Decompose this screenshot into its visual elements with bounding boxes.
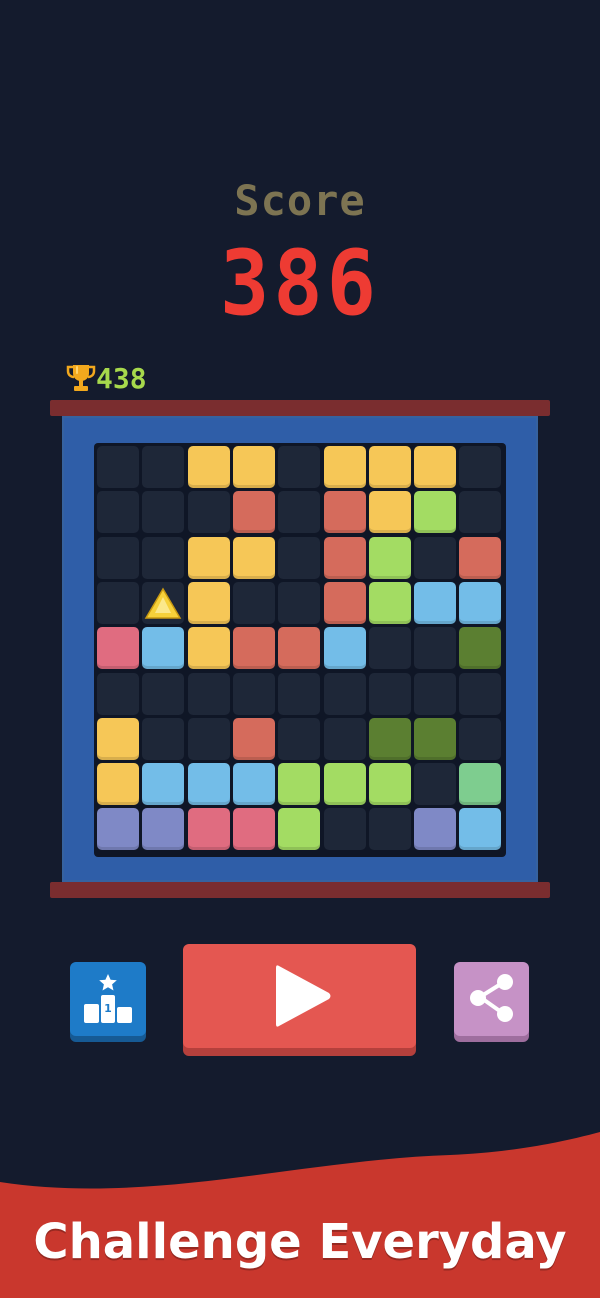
board-cell-yellow bbox=[97, 717, 139, 760]
board-cell-empty bbox=[97, 491, 139, 534]
game-board[interactable] bbox=[94, 443, 506, 857]
board-cell-empty bbox=[459, 446, 502, 488]
board-cell-empty bbox=[97, 536, 139, 579]
board-cell-empty bbox=[459, 672, 502, 715]
best-score: 438 bbox=[66, 360, 147, 396]
board-cell-empty bbox=[323, 717, 366, 760]
board-cell-empty bbox=[232, 672, 275, 715]
board-cell-pink bbox=[97, 627, 139, 670]
board-cell-empty bbox=[414, 627, 457, 670]
board-cell-blue bbox=[414, 581, 457, 624]
board-cell-empty bbox=[368, 627, 411, 670]
board-cell-salmon bbox=[459, 536, 502, 579]
board-cell-empty bbox=[187, 491, 230, 534]
board-cell-lavender bbox=[414, 808, 457, 851]
board-cell-salmon bbox=[323, 581, 366, 624]
board-cell-lightgreen bbox=[278, 763, 321, 806]
board-cell-empty bbox=[278, 672, 321, 715]
board-cell-empty bbox=[187, 672, 230, 715]
board-cell-lavender bbox=[97, 808, 139, 851]
board-cell-empty bbox=[97, 581, 139, 624]
board-cell-empty bbox=[323, 808, 366, 851]
frame-bottom-bar bbox=[50, 882, 550, 898]
board-cell-salmon bbox=[232, 491, 275, 534]
board-cell-blue bbox=[459, 808, 502, 851]
board-cell-yellow bbox=[368, 491, 411, 534]
board-cell-blue bbox=[459, 581, 502, 624]
board-cell-empty bbox=[142, 672, 185, 715]
play-icon bbox=[276, 965, 331, 1027]
trophy-icon bbox=[66, 365, 96, 391]
board-cell-pink bbox=[187, 808, 230, 851]
board-cell-empty bbox=[414, 672, 457, 715]
board-cell-empty bbox=[278, 581, 321, 624]
board-cell-gem bbox=[142, 581, 185, 624]
best-score-value: 438 bbox=[96, 361, 147, 395]
board-cell-salmon bbox=[323, 491, 366, 534]
board-cell-yellow bbox=[187, 627, 230, 670]
board-cell-lightgreen bbox=[414, 491, 457, 534]
board-cell-yellow bbox=[414, 446, 457, 488]
board-cell-empty bbox=[459, 491, 502, 534]
board-cell-salmon bbox=[278, 627, 321, 670]
frame-top-bar bbox=[50, 400, 550, 416]
board-cell-darkgreen bbox=[414, 717, 457, 760]
board-cell-darkgreen bbox=[459, 627, 502, 670]
board-cell-empty bbox=[142, 446, 185, 488]
board-cell-yellow bbox=[187, 536, 230, 579]
podium-star-icon: 1 bbox=[84, 974, 132, 1023]
board-cell-blue bbox=[187, 763, 230, 806]
board-cell-yellow bbox=[368, 446, 411, 488]
board-cell-blue bbox=[323, 627, 366, 670]
board-cell-yellow bbox=[187, 581, 230, 624]
share-button[interactable] bbox=[454, 962, 529, 1036]
score-value: 386 bbox=[219, 231, 381, 336]
board-cell-salmon bbox=[232, 627, 275, 670]
board-cell-lightgreen bbox=[368, 536, 411, 579]
board-cell-salmon bbox=[323, 536, 366, 579]
board-cell-empty bbox=[414, 536, 457, 579]
play-button[interactable] bbox=[183, 944, 416, 1048]
board-cell-pink bbox=[232, 808, 275, 851]
board-cell-empty bbox=[232, 581, 275, 624]
board-cell-empty bbox=[142, 536, 185, 579]
board-cell-darkgreen bbox=[368, 717, 411, 760]
board-cell-mint bbox=[459, 763, 502, 806]
board-cell-blue bbox=[232, 763, 275, 806]
board-cell-empty bbox=[278, 491, 321, 534]
board-cell-empty bbox=[459, 717, 502, 760]
banner-text: Challenge Everyday bbox=[33, 1214, 567, 1270]
banner-background bbox=[0, 1132, 600, 1298]
board-cell-empty bbox=[278, 536, 321, 579]
leaderboard-button[interactable]: 1 bbox=[70, 962, 146, 1036]
board-cell-empty bbox=[187, 717, 230, 760]
board-cell-empty bbox=[278, 446, 321, 488]
game-screen: Score 386 438 1 Challenge Everyday bbox=[0, 0, 600, 1298]
board-cell-lavender bbox=[142, 808, 185, 851]
board-cell-empty bbox=[142, 491, 185, 534]
board-cell-lightgreen bbox=[368, 763, 411, 806]
board-cell-empty bbox=[97, 672, 139, 715]
board-cell-empty bbox=[323, 672, 366, 715]
svg-text:1: 1 bbox=[104, 1002, 112, 1015]
board-cell-empty bbox=[368, 808, 411, 851]
board-cell-blue bbox=[142, 763, 185, 806]
board-cell-blue bbox=[142, 627, 185, 670]
board-cell-lightgreen bbox=[368, 581, 411, 624]
board-cell-empty bbox=[414, 763, 457, 806]
board-cell-empty bbox=[97, 446, 139, 488]
board-cell-lightgreen bbox=[278, 808, 321, 851]
score-label: Score bbox=[234, 176, 366, 225]
board-cell-yellow bbox=[232, 536, 275, 579]
board-cell-yellow bbox=[187, 446, 230, 488]
share-icon bbox=[470, 974, 513, 1022]
board-cell-lightgreen bbox=[323, 763, 366, 806]
board-cell-empty bbox=[368, 672, 411, 715]
board-cell-yellow bbox=[323, 446, 366, 488]
board-cell-salmon bbox=[232, 717, 275, 760]
board-cell-yellow bbox=[97, 763, 139, 806]
board-cell-empty bbox=[278, 717, 321, 760]
board-cell-empty bbox=[142, 717, 185, 760]
board-cell-yellow bbox=[232, 446, 275, 488]
